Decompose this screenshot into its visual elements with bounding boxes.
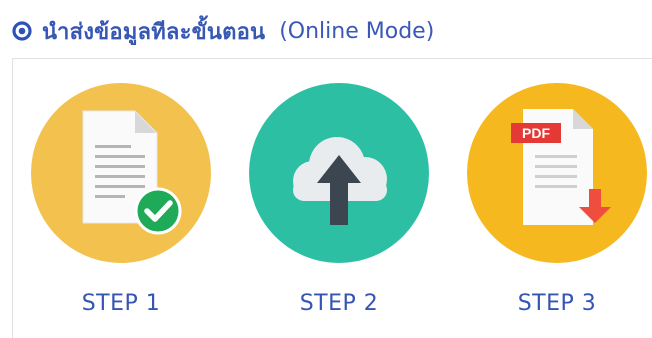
pdf-badge-text: PDF: [522, 125, 550, 141]
radio-indicator-icon: [12, 21, 32, 41]
step-1-button[interactable]: STEP 1: [31, 83, 211, 316]
mode-label: (Online Mode): [279, 18, 435, 44]
step-2-label: STEP 2: [299, 291, 379, 316]
step-3-label: STEP 3: [517, 291, 597, 316]
step-2-button[interactable]: STEP 2: [249, 83, 429, 316]
steps-panel: STEP 1 STEP 2 PDF STEP 3: [12, 58, 652, 338]
cloud-upload-icon: [249, 83, 429, 263]
step-1-label: STEP 1: [81, 291, 161, 316]
step-3-button[interactable]: PDF STEP 3: [467, 83, 647, 316]
section-header: นำส่งข้อมูลทีละขั้นตอน (Online Mode): [12, 14, 434, 48]
document-check-icon: [31, 83, 211, 263]
section-title: นำส่งข้อมูลทีละขั้นตอน: [42, 19, 266, 45]
pdf-download-icon: PDF: [467, 83, 647, 263]
